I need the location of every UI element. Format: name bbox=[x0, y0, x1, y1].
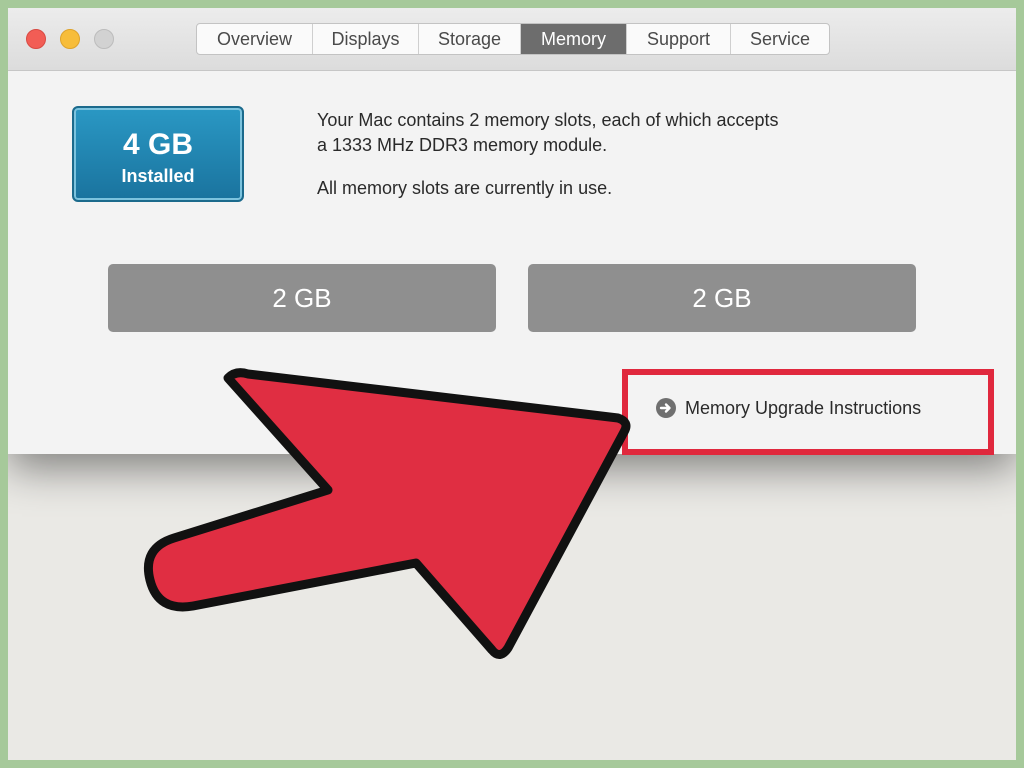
pointer-arrow-icon bbox=[144, 368, 631, 659]
screenshot-frame: Overview Displays Storage Memory Support… bbox=[8, 8, 1016, 760]
